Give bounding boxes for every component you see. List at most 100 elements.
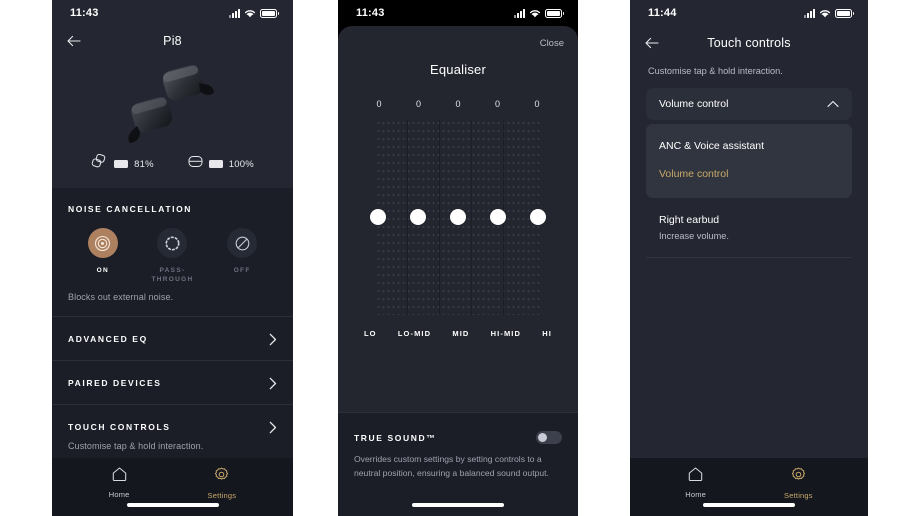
page-title: Touch controls <box>707 36 791 50</box>
noise-cancellation-modes: ON PASS-THROUGH OFF <box>68 228 277 285</box>
nav-item-settings[interactable]: Settings <box>784 467 813 500</box>
battery-icon <box>260 8 279 18</box>
home-indicator <box>412 503 504 507</box>
nav-item-home-label: Home <box>108 490 130 499</box>
true-sound-toggle[interactable] <box>536 431 562 445</box>
screenshot-canvas: 11:43 Pi8 81% 100% NOISE CANCELLATION ON… <box>0 0 916 516</box>
row-paired-devices-label: PAIRED DEVICES <box>68 378 162 389</box>
nc-mode-on[interactable]: ON <box>71 228 135 276</box>
nc-mode-passthrough[interactable]: PASS-THROUGH <box>140 228 204 285</box>
page-title: Pi8 <box>163 34 182 48</box>
true-sound-section: TRUE SOUND™ Overrides custom settings by… <box>338 412 578 516</box>
eq-label-hi-mid: HI-MID <box>490 329 522 338</box>
status-icons <box>804 8 854 18</box>
phone-screen-equaliser: 11:43 Close Equaliser 0 0 0 0 0 LO LO-MI… <box>338 0 578 516</box>
eq-label-lo-mid: LO-MID <box>397 329 432 338</box>
eq-slider-thumb-lo-mid[interactable] <box>410 209 426 225</box>
right-earbud-title: Right earbud <box>659 214 720 226</box>
nav-item-home-label: Home <box>685 490 707 499</box>
battery-icon <box>835 8 854 18</box>
home-icon <box>688 467 703 486</box>
nav-item-settings-label: Settings <box>784 491 813 500</box>
eq-slider-thumb-mid[interactable] <box>450 209 466 225</box>
earbuds-image <box>52 56 293 148</box>
eq-label-lo: LO <box>364 329 377 338</box>
nav-item-home[interactable]: Home <box>109 467 130 499</box>
page-header: Touch controls <box>630 26 868 60</box>
close-button[interactable]: Close <box>540 38 564 49</box>
equaliser-band-labels: LO LO-MID MID HI-MID HI <box>338 315 578 338</box>
noise-cancellation-card: NOISE CANCELLATION ON PASS-THROUGH OFF B… <box>52 188 293 317</box>
chevron-right-icon <box>269 377 277 390</box>
page-header: Pi8 <box>52 26 293 56</box>
row-touch-controls[interactable]: TOUCH CONTROLS Customise tap & hold inte… <box>52 404 293 466</box>
earbuds-icon <box>91 153 108 174</box>
nav-item-settings[interactable]: Settings <box>208 467 237 500</box>
status-bar: 11:44 <box>630 0 868 26</box>
nc-mode-passthrough-label: PASS-THROUGH <box>151 267 194 283</box>
signal-bars-icon <box>229 8 240 18</box>
row-paired-devices[interactable]: PAIRED DEVICES <box>52 360 293 405</box>
eq-slider-thumb-hi-mid[interactable] <box>490 209 506 225</box>
eq-slider-thumb-hi[interactable] <box>530 209 546 225</box>
dropdown-option-volume-control[interactable]: Volume control <box>646 160 852 188</box>
row-touch-controls-label: TOUCH CONTROLS <box>68 422 171 433</box>
anc-on-icon <box>87 228 118 258</box>
status-bar: 11:43 <box>52 0 293 26</box>
home-indicator <box>126 503 219 507</box>
status-time: 11:43 <box>70 7 99 19</box>
eq-value-hi: 0 <box>534 99 540 109</box>
nc-mode-off-label: OFF <box>233 267 251 274</box>
touch-controls-subtitle: Customise tap & hold interaction. <box>648 66 783 76</box>
nav-item-settings-label: Settings <box>207 491 237 500</box>
eq-label-mid: MID <box>452 329 470 338</box>
nc-mode-on-label: ON <box>96 267 109 274</box>
signal-bars-icon <box>514 8 525 18</box>
back-arrow-icon[interactable] <box>66 34 82 48</box>
equaliser-sliders <box>370 209 546 225</box>
chevron-up-icon <box>827 95 839 113</box>
status-icons <box>229 8 279 18</box>
equaliser-track-grid <box>370 119 546 315</box>
noise-cancellation-label: NOISE CANCELLATION <box>68 204 193 214</box>
true-sound-description: Overrides custom settings by setting con… <box>354 454 549 478</box>
earbuds-battery-percent: 81% <box>134 158 154 170</box>
charging-case-icon <box>188 155 203 173</box>
eq-value-hi-mid: 0 <box>494 99 500 109</box>
equaliser-sheet: Close Equaliser 0 0 0 0 0 LO LO-MID MID … <box>338 26 578 516</box>
gesture-select[interactable]: Volume control <box>646 88 852 120</box>
gear-icon <box>791 467 806 487</box>
wifi-icon <box>819 9 831 18</box>
right-earbud-row[interactable]: Right earbud Increase volume. <box>646 200 852 258</box>
chevron-right-icon <box>269 421 277 434</box>
row-advanced-eq[interactable]: ADVANCED EQ <box>52 316 293 361</box>
row-advanced-eq-label: ADVANCED EQ <box>68 334 148 345</box>
dropdown-option-anc-voice-assistant[interactable]: ANC & Voice assistant <box>646 132 852 160</box>
equaliser-title: Equaliser <box>430 62 486 77</box>
earbuds-battery: 81% <box>91 153 154 174</box>
eq-slider-thumb-lo[interactable] <box>370 209 386 225</box>
row-touch-controls-sub: Customise tap & hold interaction. <box>68 440 204 451</box>
nc-mode-off[interactable]: OFF <box>210 228 274 276</box>
phone-screen-device-home: 11:43 Pi8 81% 100% NOISE CANCELLATION ON… <box>52 0 293 516</box>
bottom-navigation: Home Settings <box>52 458 293 516</box>
nav-item-home[interactable]: Home <box>685 467 706 499</box>
wifi-icon <box>244 9 256 18</box>
battery-status-row: 81% 100% <box>52 148 293 188</box>
anc-off-icon <box>227 228 258 258</box>
eq-value-lo: 0 <box>376 99 382 109</box>
gesture-dropdown-menu: ANC & Voice assistant Volume control <box>646 124 852 198</box>
battery-level-icon <box>114 160 129 168</box>
back-arrow-icon[interactable] <box>644 36 660 50</box>
case-battery: 100% <box>188 155 254 173</box>
eq-value-lo-mid: 0 <box>415 99 421 109</box>
gear-icon <box>214 467 229 487</box>
eq-value-mid: 0 <box>455 99 461 109</box>
case-battery-percent: 100% <box>228 158 254 170</box>
chevron-right-icon <box>269 333 277 346</box>
phone-screen-touch-controls: 11:44 Touch controls Customise tap & hol… <box>630 0 868 516</box>
equaliser-values: 0 0 0 0 0 <box>338 77 578 109</box>
wifi-icon <box>529 9 541 18</box>
status-bar: 11:43 <box>338 0 578 26</box>
gesture-select-value: Volume control <box>659 98 729 110</box>
